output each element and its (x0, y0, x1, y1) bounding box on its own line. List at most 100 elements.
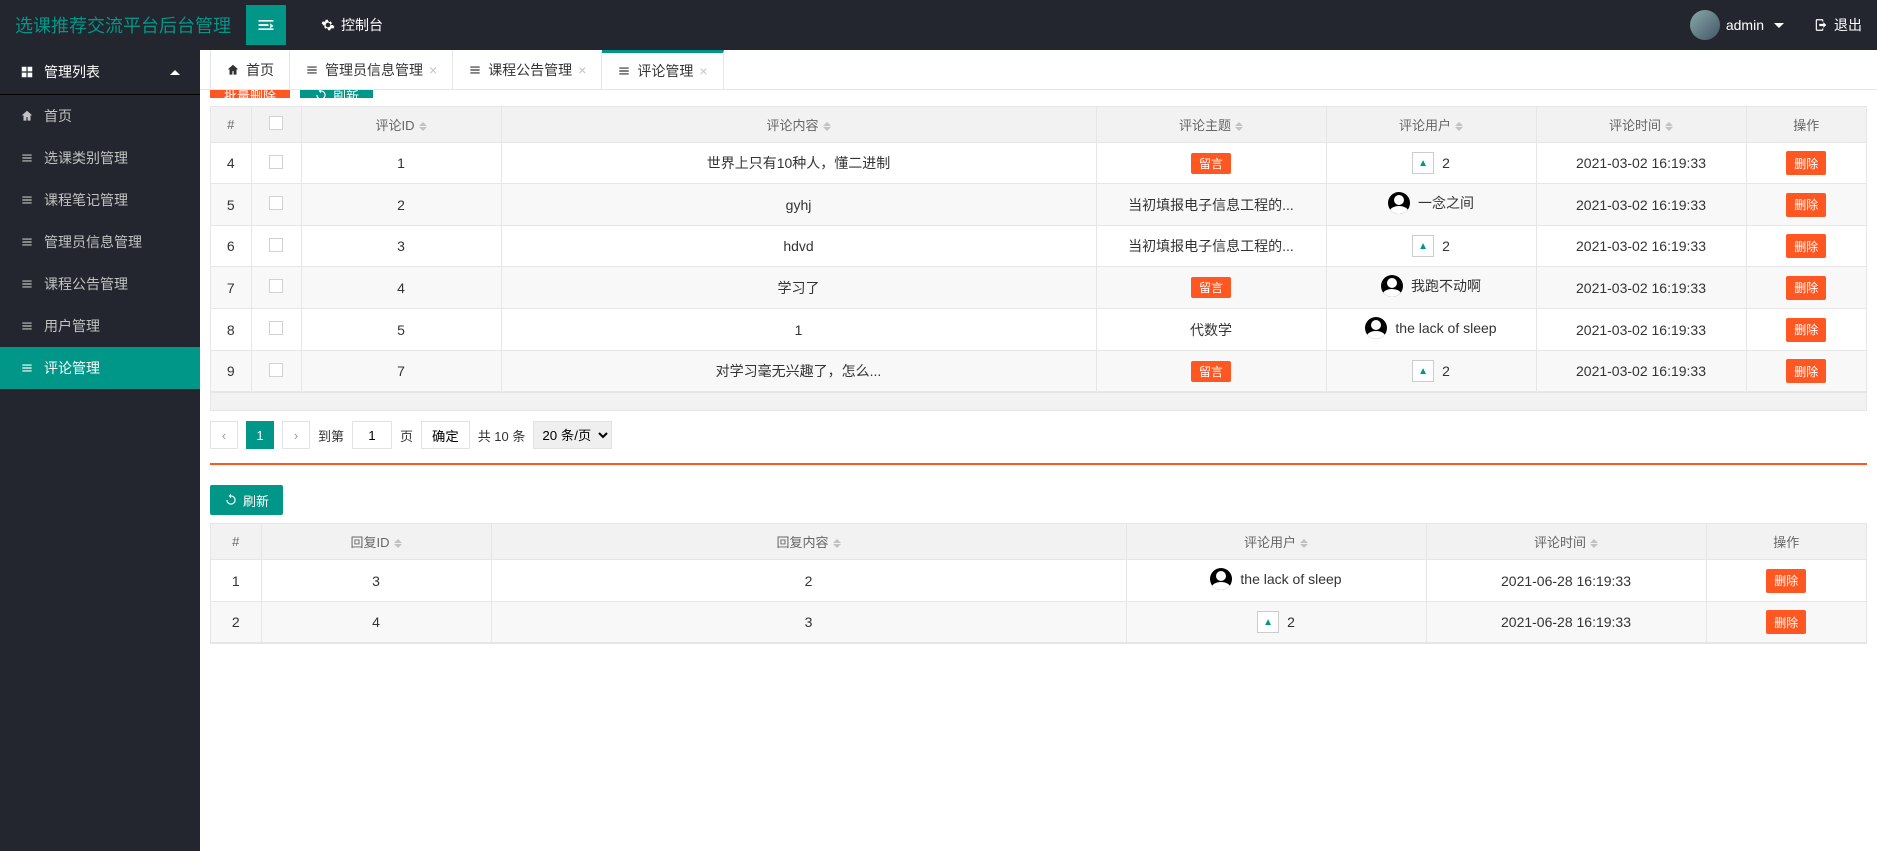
table2-header-4[interactable]: 评论时间 (1426, 524, 1706, 560)
list-icon (20, 361, 34, 375)
reply-user: 2 (1287, 614, 1295, 630)
delete-button[interactable]: 删除 (1786, 276, 1826, 300)
delete-button[interactable]: 删除 (1766, 610, 1806, 634)
user-menu[interactable]: admin (1675, 0, 1799, 50)
comment-id: 5 (301, 309, 501, 351)
table1-header-7: 操作 (1746, 107, 1866, 143)
select-all-checkbox[interactable] (269, 116, 283, 130)
sort-icon[interactable] (394, 539, 402, 548)
row-checkbox[interactable] (269, 238, 283, 252)
header-label: 回复ID (350, 535, 389, 550)
table2-header-1[interactable]: 回复ID (261, 524, 491, 560)
console-button[interactable]: 控制台 (306, 0, 398, 50)
refresh-button[interactable]: 刷新 (300, 90, 373, 98)
menu-toggle-button[interactable] (246, 5, 286, 45)
tab-close-icon[interactable]: × (578, 62, 586, 78)
pager-pagesize-select[interactable]: 20 条/页 (533, 421, 612, 449)
tab-2[interactable]: 课程公告管理× (453, 50, 602, 89)
sidebar-item-4[interactable]: 课程公告管理 (0, 263, 200, 305)
delete-button[interactable]: 删除 (1786, 359, 1826, 383)
delete-button[interactable]: 删除 (1786, 151, 1826, 175)
sort-icon[interactable] (1300, 539, 1308, 548)
delete-button[interactable]: 删除 (1786, 193, 1826, 217)
row-checkbox[interactable] (269, 196, 283, 210)
sidebar-item-label: 选课类别管理 (44, 148, 128, 168)
pager-page-1[interactable]: 1 (246, 421, 274, 449)
table-row: 243▲22021-06-28 16:19:33删除 (211, 602, 1866, 643)
delete-button[interactable]: 删除 (1786, 318, 1826, 342)
row-checkbox[interactable] (269, 155, 283, 169)
row-index: 6 (211, 226, 251, 267)
tab-label: 评论管理 (637, 61, 693, 81)
table1-header-5[interactable]: 评论用户 (1326, 107, 1536, 143)
comment-content: hdvd (501, 226, 1096, 267)
sort-icon[interactable] (823, 122, 831, 131)
user-image-placeholder-icon: ▲ (1412, 152, 1434, 174)
list-icon (20, 277, 34, 291)
comment-id: 7 (301, 351, 501, 392)
sidebar-item-1[interactable]: 选课类别管理 (0, 137, 200, 179)
tab-1[interactable]: 管理员信息管理 × (290, 50, 453, 89)
console-label: 控制台 (341, 15, 383, 35)
sort-icon[interactable] (1235, 122, 1243, 131)
comment-time: 2021-03-02 16:19:33 (1536, 226, 1746, 267)
topic-text: 当初填报电子信息工程的... (1128, 238, 1294, 254)
sort-icon[interactable] (1665, 122, 1673, 131)
sidebar-item-2[interactable]: 课程笔记管理 (0, 179, 200, 221)
row-index: 9 (211, 351, 251, 392)
topic-text: 当初填报电子信息工程的... (1128, 197, 1294, 213)
home-icon (226, 63, 240, 77)
batch-delete-button[interactable]: 批量删除 (210, 90, 290, 98)
sort-icon[interactable] (1590, 539, 1598, 548)
reply-user: the lack of sleep (1240, 571, 1341, 587)
sidebar-item-3[interactable]: 管理员信息管理 (0, 221, 200, 263)
table1-header-4[interactable]: 评论主题 (1096, 107, 1326, 143)
table2-header-2[interactable]: 回复内容 (491, 524, 1126, 560)
batch-delete-label: 批量删除 (224, 90, 276, 98)
comment-time: 2021-03-02 16:19:33 (1536, 184, 1746, 226)
table-row: 132the lack of sleep2021-06-28 16:19:33删… (211, 560, 1866, 602)
refresh-replies-button[interactable]: 刷新 (210, 485, 283, 515)
pager-goto-label: 到第 (318, 426, 344, 445)
table1-header-6[interactable]: 评论时间 (1536, 107, 1746, 143)
pager-page-input[interactable] (352, 421, 392, 449)
pager-next-button[interactable]: › (282, 421, 310, 449)
user-avatar-icon (1388, 192, 1410, 214)
sidebar-item-5[interactable]: 用户管理 (0, 305, 200, 347)
sidebar-item-0[interactable]: 首页 (0, 95, 200, 137)
sidebar-item-label: 用户管理 (44, 316, 100, 336)
list-icon (305, 63, 319, 77)
sidebar-item-6[interactable]: 评论管理 (0, 347, 200, 389)
tabbar: 首页管理员信息管理×课程公告管理×评论管理× (200, 50, 1877, 90)
reply-time: 2021-06-28 16:19:33 (1426, 602, 1706, 643)
row-checkbox[interactable] (269, 279, 283, 293)
delete-button[interactable]: 删除 (1766, 569, 1806, 593)
tab-close-icon[interactable]: × (699, 63, 707, 79)
pager-prev-button[interactable]: ‹ (210, 421, 238, 449)
chevron-down-icon (1774, 23, 1784, 28)
tab-label: 管理员信息管理 (325, 60, 423, 80)
sort-icon[interactable] (1455, 122, 1463, 131)
horizontal-scrollbar[interactable] (210, 393, 1867, 411)
tab-0[interactable]: 首页 (210, 50, 290, 89)
sort-icon[interactable] (419, 122, 427, 131)
sidebar-group-header[interactable]: 管理列表 (0, 50, 200, 95)
refresh-replies-label: 刷新 (243, 491, 269, 510)
table1-header-2[interactable]: 评论ID (301, 107, 501, 143)
logout-button[interactable]: 退出 (1799, 0, 1877, 50)
pager-confirm-button[interactable]: 确定 (421, 421, 470, 449)
tab-3[interactable]: 评论管理 × (602, 50, 723, 89)
row-checkbox[interactable] (269, 363, 283, 377)
comments-table: #评论ID评论内容评论主题评论用户评论时间操作 41世界上只有10种人，懂二进制… (210, 106, 1867, 393)
table1-header-3[interactable]: 评论内容 (501, 107, 1096, 143)
sidebar-item-label: 管理员信息管理 (44, 232, 142, 252)
refresh-icon (224, 493, 238, 507)
sort-icon[interactable] (833, 539, 841, 548)
row-checkbox[interactable] (269, 321, 283, 335)
logout-icon (1814, 18, 1828, 32)
delete-button[interactable]: 删除 (1786, 234, 1826, 258)
grid-icon (20, 65, 34, 79)
comment-content: gyhj (501, 184, 1096, 226)
table2-header-3[interactable]: 评论用户 (1126, 524, 1426, 560)
tab-close-icon[interactable]: × (429, 62, 437, 78)
